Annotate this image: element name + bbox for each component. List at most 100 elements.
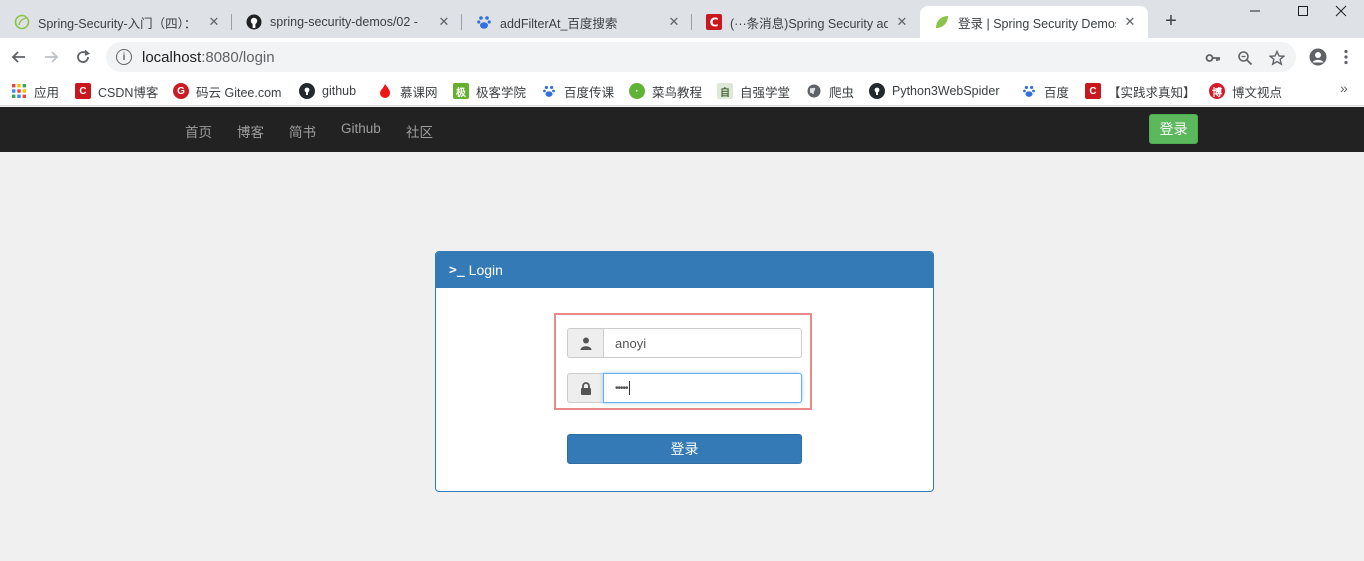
nav-link-blog[interactable]: 博客	[237, 121, 264, 141]
bookmark-item[interactable]: G 码云 Gitee.com	[173, 80, 281, 102]
bookmark-label: 码云 Gitee.com	[196, 85, 282, 100]
site-navbar: 首页 博客 简书 Github 社区 登录	[0, 107, 1364, 152]
panel-title: Login	[468, 262, 503, 278]
forward-arrow-icon[interactable]	[40, 46, 62, 68]
username-input[interactable]: anoyi	[603, 328, 802, 358]
close-icon[interactable]: ✕	[206, 14, 222, 30]
csdn-icon: C	[75, 83, 91, 99]
panel-heading: >_ Login	[436, 252, 933, 288]
baidu-paw-icon	[1021, 83, 1037, 99]
navbar-login-button[interactable]: 登录	[1149, 114, 1198, 144]
apps-grid-icon	[11, 83, 27, 99]
user-icon	[567, 328, 603, 358]
terminal-prompt-icon: >_	[449, 262, 465, 278]
github-icon	[299, 83, 315, 99]
bookmark-label: Python3WebSpider	[892, 84, 1000, 98]
tab-title: 登录 | Spring Security Demos	[958, 16, 1116, 31]
browser-tab-strip: Spring-Security-入门（四）： ✕ spring-security…	[0, 0, 1364, 38]
zoom-icon[interactable]	[1236, 49, 1254, 67]
menu-kebab-icon[interactable]	[1336, 47, 1356, 67]
github-icon	[869, 83, 885, 99]
bookmark-item[interactable]: 爬虫	[806, 80, 854, 102]
csdn-icon: C	[1085, 83, 1101, 99]
bookmark-item[interactable]: 自 自强学堂	[717, 80, 790, 102]
bookmark-label: 博文视点	[1232, 85, 1283, 100]
bowen-icon: 博	[1209, 83, 1225, 99]
ziqiang-icon: 自	[717, 83, 733, 99]
lock-icon	[567, 373, 603, 403]
nav-link-github[interactable]: Github	[341, 121, 381, 136]
baidu-paw-icon	[476, 14, 492, 30]
close-icon[interactable]: ✕	[666, 14, 682, 30]
close-icon[interactable]: ✕	[894, 14, 910, 30]
new-tab-plus-icon[interactable]: +	[1160, 10, 1182, 33]
tab-spring-security-intro[interactable]: Spring-Security-入门（四）： ✕	[0, 6, 232, 38]
tab-title: Spring-Security-入门（四）：	[38, 16, 197, 31]
bookmarks-bar: 应用 C CSDN博客 G 码云 Gitee.com github 慕课网 极 …	[0, 76, 1364, 106]
bookmark-label: 极客学院	[476, 85, 527, 100]
bookmark-label: 百度	[1044, 85, 1070, 100]
username-value: anoyi	[615, 335, 647, 351]
imooc-flame-icon	[377, 83, 393, 99]
bookmark-label: 应用	[34, 85, 60, 100]
github-icon	[246, 14, 262, 30]
password-mask: •••••	[615, 382, 628, 394]
spring-leaf-icon	[934, 14, 950, 30]
browser-toolbar: i localhost:8080/login	[0, 38, 1364, 76]
bookmark-label: 慕课网	[400, 85, 438, 100]
bookmark-item[interactable]: C 【实践求真知】	[1085, 80, 1196, 102]
url-host: localhost	[142, 48, 202, 66]
bookmark-label: 爬虫	[829, 85, 855, 100]
bookmark-item[interactable]: 应用	[11, 80, 59, 102]
nav-link-community[interactable]: 社区	[406, 121, 433, 141]
tab-spring-security-demos[interactable]: spring-security-demos/02 - ✕	[232, 6, 462, 38]
reload-icon[interactable]	[72, 46, 94, 68]
info-icon[interactable]: i	[116, 49, 132, 65]
bookmark-item[interactable]: 百度	[1021, 80, 1069, 102]
tab-title: spring-security-demos/02 -	[270, 15, 418, 29]
password-group: •••••	[567, 373, 802, 403]
profile-avatar-icon[interactable]	[1308, 47, 1328, 67]
tab-title: addFilterAt_百度搜索	[500, 16, 618, 31]
address-bar[interactable]: i localhost:8080/login	[106, 42, 1296, 72]
tab-baidu-search[interactable]: addFilterAt_百度搜索 ✕	[462, 6, 692, 38]
globe-icon	[806, 83, 822, 99]
username-group: anoyi	[567, 328, 802, 358]
bookmark-item[interactable]: Python3WebSpider	[869, 80, 999, 102]
bookmark-label: 【实践求真知】	[1108, 85, 1196, 100]
bookmark-star-icon[interactable]	[1268, 49, 1286, 67]
close-icon[interactable]: ✕	[436, 14, 452, 30]
bookmarks-overflow-chevron-icon[interactable]: »	[1340, 80, 1348, 96]
bookmark-label: CSDN博客	[98, 85, 159, 100]
login-submit-button[interactable]: 登录	[567, 434, 802, 464]
bookmark-item[interactable]: 慕课网	[377, 80, 438, 102]
jikexueyuan-icon: 极	[453, 83, 469, 99]
bookmark-label: 百度传课	[564, 85, 615, 100]
back-arrow-icon[interactable]	[8, 46, 30, 68]
tab-title: (···条消息)Spring Security add	[730, 16, 888, 31]
bookmark-item[interactable]: 极 极客学院	[453, 80, 526, 102]
bookmark-item[interactable]: 百度传课	[541, 80, 614, 102]
bookmark-label: 自强学堂	[740, 85, 791, 100]
bookmark-item[interactable]: · 菜鸟教程	[629, 80, 702, 102]
nav-link-jianshu[interactable]: 简书	[289, 121, 316, 141]
tab-login-active[interactable]: 登录 | Spring Security Demos ✕	[920, 6, 1148, 38]
bookmark-item[interactable]: C CSDN博客	[75, 80, 158, 102]
spring-leaf-icon	[14, 14, 30, 30]
bookmark-label: github	[322, 84, 357, 98]
key-icon[interactable]	[1204, 49, 1222, 67]
runoob-icon: ·	[629, 83, 645, 99]
bookmark-label: 菜鸟教程	[652, 85, 703, 100]
minimize-icon[interactable]	[1232, 0, 1278, 22]
password-input[interactable]: •••••	[603, 373, 802, 403]
address-url: localhost:8080/login	[142, 49, 275, 66]
close-icon[interactable]: ✕	[1122, 14, 1138, 30]
csdn-icon: C	[706, 14, 722, 30]
tab-csdn-article[interactable]: C (···条消息)Spring Security add ✕	[692, 6, 920, 38]
svg-text:C: C	[710, 16, 719, 30]
bookmark-item[interactable]: github	[299, 80, 356, 102]
nav-link-home[interactable]: 首页	[185, 121, 212, 141]
gitee-icon: G	[173, 83, 189, 99]
window-close-icon[interactable]	[1318, 0, 1364, 22]
bookmark-item[interactable]: 博 博文视点	[1209, 80, 1282, 102]
